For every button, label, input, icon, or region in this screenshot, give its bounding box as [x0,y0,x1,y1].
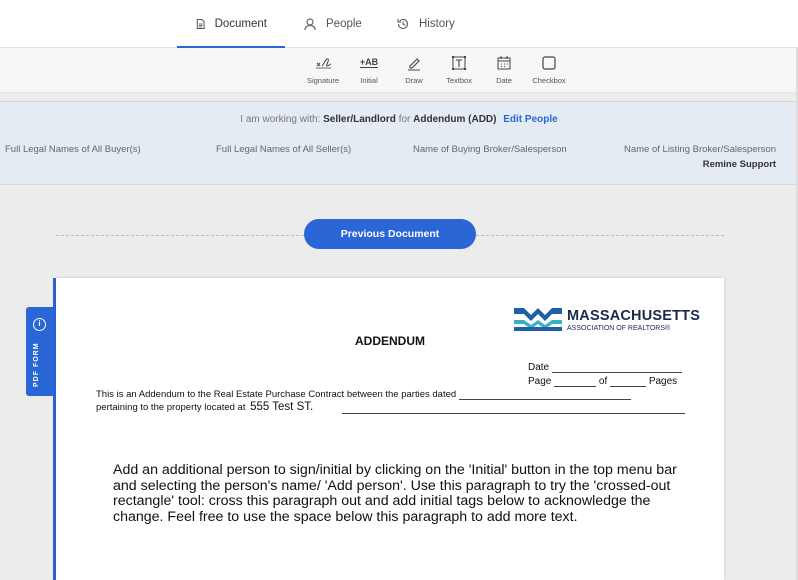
date-tool-button[interactable]: Date [482,54,526,85]
contract-date-blank[interactable] [459,391,632,400]
addendum-parties-line: This is an Addendum to the Real Estate P… [96,389,632,400]
page-number-blank[interactable] [554,378,597,387]
property-address[interactable]: 555 Test ST. [250,401,313,413]
draw-tool-button[interactable]: Draw [392,54,436,85]
property-address-blank [342,413,685,414]
pdf-form-label: PDF FORM [33,342,40,387]
signature-tool-button[interactable]: Signature [301,54,345,85]
signature-icon [301,54,345,74]
date-field-row: Date [528,362,683,373]
page-count-row: Page of Pages [528,376,677,387]
mar-logo-mark-icon [514,308,562,331]
top-tab-bar: Document People History [0,0,798,49]
initial-icon-glyph: +AB [359,57,379,68]
history-icon [397,18,409,30]
party-listing-broker-label: Name of Listing Broker/Salesperson [624,144,777,155]
initial-tool-button[interactable]: +AB Initial [347,54,391,85]
textbox-tool-label: Textbox [446,76,472,85]
textbox-icon [437,54,481,74]
signature-tool-label: Signature [306,76,340,85]
property-line: pertaining to the property located at 55… [96,401,313,413]
previous-document-button[interactable]: Previous Document [304,219,476,249]
property-line-text: pertaining to the property located at [96,402,246,413]
document-page[interactable]: MASSACHUSETTS ASSOCIATION OF REALTORS® A… [56,278,724,580]
document-title: ADDENDUM [355,334,425,348]
info-icon: i [33,318,46,331]
draw-tool-label: Draw [405,76,423,85]
person-icon [304,18,316,31]
checkbox-tool-button[interactable]: Checkbox [527,54,571,85]
party-sellers: Full Legal Names of All Seller(s) [216,144,351,159]
instruction-paragraph[interactable]: Add an additional person to sign/initial… [113,462,688,525]
working-doc-name: Addendum (ADD) [413,114,497,125]
party-listing-broker-value: Remine Support [702,159,777,170]
tab-history-label: History [419,18,455,30]
initial-tool-label: Initial [360,76,378,85]
of-label: of [598,376,608,387]
date-blank[interactable] [552,364,683,373]
party-sellers-label: Full Legal Names of All Seller(s) [216,144,352,155]
working-role: Seller/Landlord [323,114,396,125]
tab-document[interactable]: Document [177,0,285,49]
calendar-icon [482,54,526,74]
document-icon [196,19,205,29]
working-with-line: I am working with: Seller/Landlord for A… [0,114,798,125]
initial-icon: +AB [347,54,391,74]
textbox-tool-button[interactable]: Textbox [437,54,481,85]
pdf-form-tab[interactable]: i PDF FORM [26,307,53,396]
addendum-parties-text: This is an Addendum to the Real Estate P… [96,389,457,400]
party-buying-broker: Name of Buying Broker/Salesperson [413,144,567,159]
party-buyers: Full Legal Names of All Buyer(s) [5,144,141,159]
field-toolbar: Signature +AB Initial Draw Textbox Date … [0,48,798,93]
party-buying-broker-label: Name of Buying Broker/Salesperson [413,144,567,155]
page-total-blank[interactable] [610,378,647,387]
tab-people-label: People [326,18,362,30]
tab-document-label: Document [214,18,267,30]
working-for: for [398,114,411,125]
party-buyers-label: Full Legal Names of All Buyer(s) [5,144,141,155]
working-prefix: I am working with: [240,114,321,125]
pen-icon [392,54,436,74]
parties-info-bar: I am working with: Seller/Landlord for A… [0,101,798,185]
checkbox-tool-label: Checkbox [532,76,566,85]
edit-people-link[interactable]: Edit People [503,114,557,125]
date-label: Date [528,362,550,373]
logo-title: MASSACHUSETTS [567,308,701,324]
checkbox-icon [527,54,571,74]
page-label: Page [528,376,552,387]
tab-people[interactable]: People [285,0,380,48]
logo-subtitle: ASSOCIATION OF REALTORS® [567,325,671,332]
mar-logo: MASSACHUSETTS ASSOCIATION OF REALTORS® [514,306,704,336]
pages-label: Pages [648,376,678,387]
party-listing-broker: Name of Listing Broker/Salesperson Remin… [624,144,776,170]
date-tool-label: Date [496,76,512,85]
tab-history[interactable]: History [378,0,473,48]
